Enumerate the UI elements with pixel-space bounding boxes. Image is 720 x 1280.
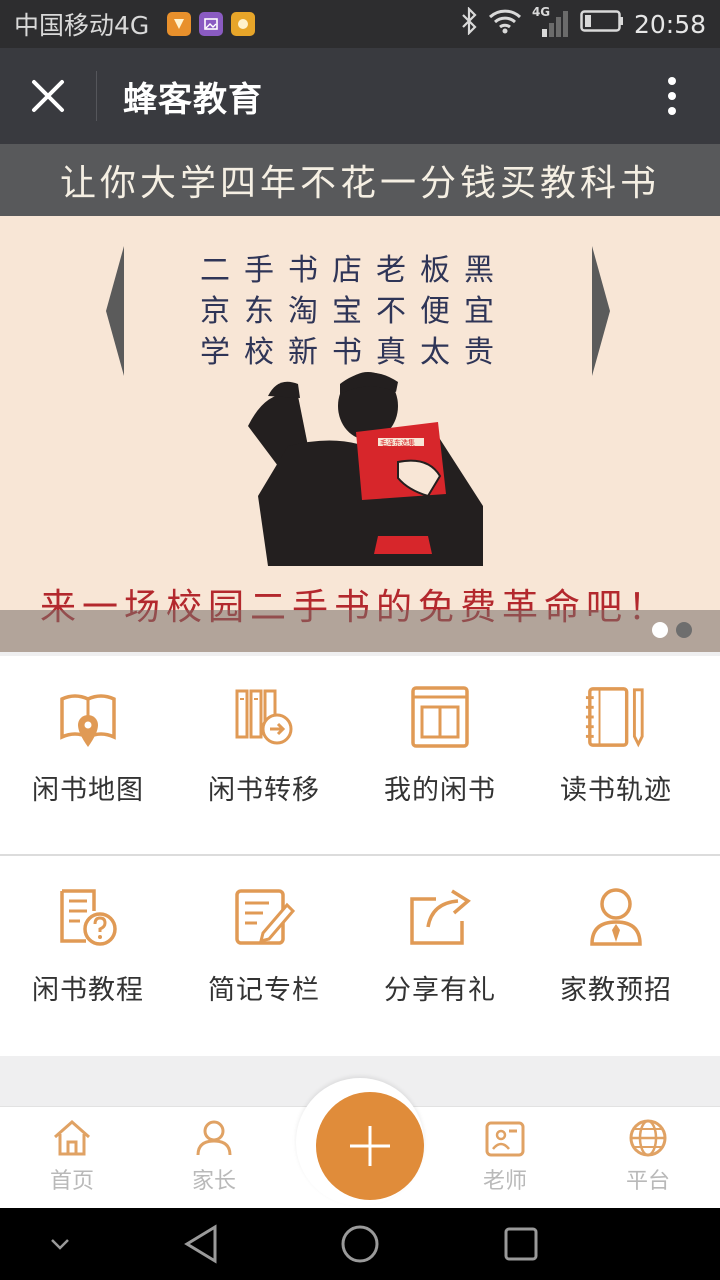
nav-parent[interactable]: 家长 [164, 1119, 264, 1195]
banner-poem: 二手书店老板黑 京东淘宝不便宜 学校新书真太贵 [200, 250, 508, 373]
more-vertical-icon [668, 77, 676, 115]
grid-item-reading-track[interactable]: 读书轨迹 [528, 656, 704, 856]
promo-banner[interactable]: 让你大学四年不花一分钱买教科书 二手书店老板黑 京东淘宝不便宜 学校新书真太贵 … [0, 144, 720, 652]
recents-button[interactable] [496, 1208, 546, 1280]
nav-teacher[interactable]: 老师 [455, 1119, 555, 1195]
tutor-recruit-icon [584, 884, 648, 950]
page-title: 蜂客教育 [123, 79, 263, 120]
banner-right-arrow-icon [592, 246, 610, 376]
plus-icon [350, 1126, 390, 1166]
reader-illustration: 毛泽东选集 [248, 372, 483, 566]
back-triangle-icon [184, 1224, 217, 1264]
grid-item-notes-column[interactable]: 简记专栏 [176, 856, 352, 1056]
notes-column-icon [232, 884, 296, 950]
nav-home[interactable]: 首页 [22, 1119, 122, 1195]
feature-grid-row-2: 闲书教程 简记专栏 分享有礼 家教预招 [0, 856, 720, 1056]
grid-item-label: 闲书转移 [208, 775, 320, 806]
nav-label: 老师 [482, 1169, 527, 1194]
banner-caption-strip [0, 610, 720, 652]
battery-icon [580, 9, 624, 39]
grid-item-label: 闲书教程 [32, 975, 144, 1006]
carrier-label: 中国移动4G [14, 11, 150, 40]
bluetooth-icon [460, 6, 478, 41]
recents-square-icon [504, 1227, 538, 1261]
gallery-app-icon [199, 12, 224, 36]
grid-item-label: 家教预招 [560, 975, 672, 1006]
home-circle-icon [341, 1225, 379, 1263]
more-menu-button[interactable] [624, 48, 720, 144]
grid-item-book-map[interactable]: 闲书地图 [0, 656, 176, 856]
grid-item-label: 闲书地图 [32, 775, 144, 806]
grid-item-label: 分享有礼 [384, 975, 496, 1006]
home-icon [54, 1119, 90, 1156]
grid-item-my-books[interactable]: 我的闲书 [352, 656, 528, 856]
globe-icon [629, 1119, 667, 1157]
close-button[interactable] [0, 48, 96, 144]
hand-app-icon [231, 12, 256, 36]
book-map-icon [56, 684, 120, 750]
carousel-indicator [652, 622, 692, 638]
tutorial-icon [56, 884, 120, 950]
grid-item-label: 简记专栏 [208, 975, 320, 1006]
reading-track-icon [584, 684, 648, 750]
title-bar: 蜂客教育 [0, 48, 720, 144]
book-title-text: 毛泽东选集 [380, 438, 415, 447]
back-button[interactable] [176, 1208, 226, 1280]
close-icon [32, 80, 64, 112]
grid-item-share-gift[interactable]: 分享有礼 [352, 856, 528, 1056]
carousel-dot[interactable] [676, 622, 692, 638]
parent-icon [196, 1120, 232, 1156]
notification-app-icon [167, 12, 192, 36]
hide-nav-button[interactable] [40, 1208, 80, 1280]
poem-line: 二手书店老板黑 [200, 253, 508, 288]
home-system-button[interactable] [335, 1208, 385, 1280]
nav-label: 首页 [49, 1169, 94, 1194]
wifi-icon [488, 8, 522, 40]
banner-headline: 让你大学四年不花一分钱买教科书 [0, 144, 720, 216]
app-screen: 中国移动4G 4G 20:58 蜂客教育 让你大学四年不花一分钱买教科书 二手书… [0, 0, 720, 1280]
carousel-dot-active[interactable] [652, 622, 668, 638]
nav-label: 家长 [191, 1169, 236, 1194]
grid-item-tutor-recruit[interactable]: 家教预招 [528, 856, 704, 1056]
banner-image: 二手书店老板黑 京东淘宝不便宜 学校新书真太贵 毛泽东选集 来一场校园二手书的免… [0, 216, 720, 652]
grid-item-label: 我的闲书 [384, 775, 496, 806]
title-divider [96, 71, 97, 121]
status-bar: 中国移动4G 4G 20:58 [0, 0, 720, 48]
grid-item-tutorial[interactable]: 闲书教程 [0, 856, 176, 1056]
poem-line: 京东淘宝不便宜 [200, 294, 508, 329]
my-books-icon [408, 684, 472, 750]
nav-platform[interactable]: 平台 [598, 1119, 698, 1195]
book-transfer-icon [232, 684, 296, 750]
feature-grid-row-1: 闲书地图 闲书转移 我的闲书 读书轨迹 [0, 656, 720, 856]
banner-left-arrow-icon [106, 246, 124, 376]
grid-item-book-transfer[interactable]: 闲书转移 [176, 656, 352, 856]
clock: 20:58 [633, 9, 706, 39]
share-gift-icon [408, 884, 472, 950]
system-nav-bar [0, 1208, 720, 1280]
nav-label: 平台 [625, 1169, 670, 1194]
signal-icon: 4G [532, 5, 570, 39]
teacher-icon [485, 1121, 525, 1157]
grid-item-label: 读书轨迹 [560, 775, 672, 806]
add-button[interactable] [316, 1092, 424, 1200]
chevron-down-icon [51, 1239, 69, 1250]
